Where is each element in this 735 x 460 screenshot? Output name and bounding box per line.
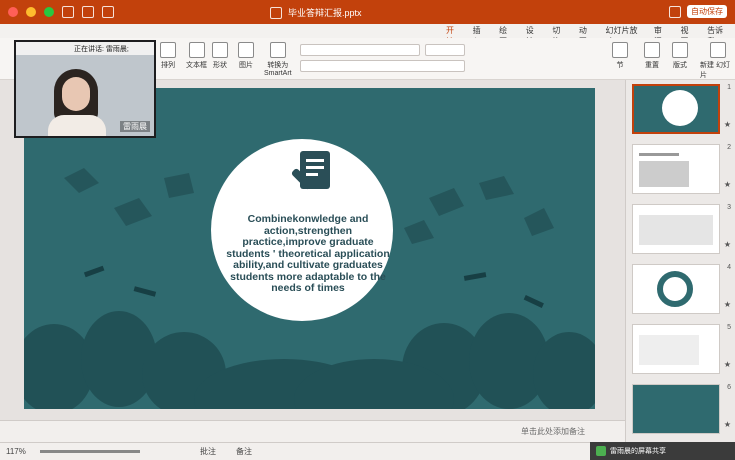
comments-button[interactable]: 批注	[200, 446, 216, 457]
close-dot-icon[interactable]	[8, 7, 18, 17]
share-text: 雷雨晨的屏幕共享	[610, 448, 666, 455]
smartart-button[interactable]: 转换为 SmartArt	[264, 42, 292, 77]
section-icon	[612, 42, 628, 58]
thumbnail-number: 2	[727, 144, 731, 151]
picture-icon	[238, 42, 254, 58]
slide-body-text[interactable]: Combinekonwledge and action,strengthen p…	[224, 213, 392, 295]
notes-button[interactable]: 备注	[236, 446, 252, 457]
autosave-badge[interactable]: 自动保存	[687, 5, 727, 18]
thumbnail-number: 6	[727, 384, 731, 391]
thumbnail-number: 3	[727, 204, 731, 211]
section-button[interactable]: 节	[612, 42, 628, 70]
smartart-icon	[269, 42, 286, 58]
person-body	[48, 115, 106, 136]
participant-name: 雷雨晨	[120, 121, 150, 132]
thumbnail-slide-4[interactable]	[632, 264, 720, 314]
star-icon: ★	[723, 300, 731, 309]
search-icon[interactable]	[669, 5, 681, 18]
undo-icon[interactable]	[102, 6, 114, 18]
minimize-dot-icon[interactable]	[26, 7, 36, 17]
person-face	[62, 77, 90, 111]
font-family-select[interactable]	[300, 44, 420, 56]
arrange-icon	[160, 42, 176, 58]
font-size-select[interactable]	[425, 44, 465, 56]
new-slide-button[interactable]: 新建 幻灯片	[700, 42, 735, 80]
title-text: 毕业答辩汇报.pptx	[288, 8, 362, 18]
video-feed: 雷雨晨	[16, 55, 154, 136]
star-icon: ★	[723, 420, 731, 429]
speaking-status: 正在讲话: 雷雨晨;	[74, 45, 129, 53]
thumbnail-slide-6[interactable]	[632, 384, 720, 434]
thumbnail-slide-5[interactable]	[632, 324, 720, 374]
star-icon: ★	[723, 240, 731, 249]
shape-icon	[212, 42, 228, 58]
layout-icon	[672, 42, 688, 58]
notes-placeholder: 单击此处添加备注	[521, 427, 585, 436]
ribbon-tabs: 返回 共享 开始 插入 绘图 设计 切换 动画 幻灯片放映 审阅 视图 告诉我	[0, 24, 735, 63]
shape-button[interactable]: 形状	[212, 42, 228, 70]
star-icon: ★	[723, 360, 731, 369]
title-left	[8, 6, 114, 18]
window-title: 毕业答辩汇报.pptx	[270, 6, 362, 19]
zoom-slider[interactable]	[40, 450, 140, 453]
reset-icon	[644, 42, 660, 58]
layout-button[interactable]: 版式	[672, 42, 688, 70]
arrange-button[interactable]: 排列	[160, 42, 176, 70]
ppt-icon	[270, 6, 282, 19]
thumbnail-slide-2[interactable]	[632, 144, 720, 194]
thumbnail-slide-3[interactable]	[632, 204, 720, 254]
home-icon[interactable]	[62, 6, 74, 18]
new-slide-icon	[709, 42, 726, 58]
document-pen-icon	[291, 151, 330, 190]
thumbnail-number: 5	[727, 324, 731, 331]
thumbnail-number: 1	[727, 84, 731, 91]
slide-thumbnail-panel: 1 ★ 2 ★ 3 ★ 4 ★ 5 ★ 6 ★	[625, 80, 735, 442]
save-icon[interactable]	[82, 6, 94, 18]
maximize-dot-icon[interactable]	[44, 7, 54, 17]
thumbnail-number: 4	[727, 264, 731, 271]
share-icon	[596, 446, 606, 456]
zoom-level[interactable]: 117%	[6, 447, 26, 456]
reset-button[interactable]: 重置	[644, 42, 660, 70]
title-bar: 毕业答辩汇报.pptx 自动保存	[0, 0, 735, 24]
font-format-row[interactable]	[300, 60, 465, 72]
textbox-button[interactable]: 文本框	[186, 42, 207, 70]
textbox-icon	[188, 42, 205, 58]
video-tile[interactable]: 正在讲话: 雷雨晨; 雷雨晨	[14, 40, 156, 138]
thumbnail-slide-1[interactable]	[632, 84, 720, 134]
notes-pane[interactable]: 单击此处添加备注	[0, 420, 625, 442]
title-right: 自动保存	[669, 5, 727, 18]
picture-button[interactable]: 图片	[238, 42, 254, 70]
screen-share-bar: 雷雨晨的屏幕共享	[590, 442, 735, 460]
star-icon: ★	[723, 120, 731, 129]
star-icon: ★	[723, 180, 731, 189]
video-header: 正在讲话: 雷雨晨;	[16, 42, 154, 55]
